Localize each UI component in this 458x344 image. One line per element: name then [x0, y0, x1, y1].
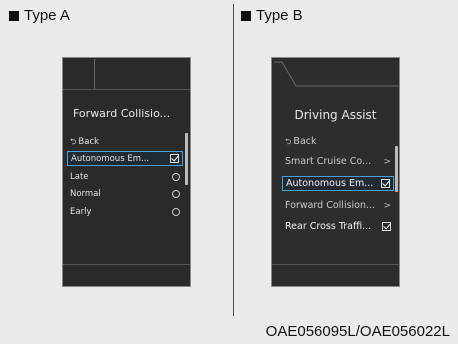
chevron-right-icon: >: [383, 200, 391, 211]
top-divider: [63, 89, 190, 90]
type-a-label-text: Type A: [24, 7, 70, 24]
tab-shape: [274, 61, 399, 87]
type-b-screen: Driving Assist ⮌ Back Smart Cruise Co... …: [271, 57, 400, 287]
scrollbar[interactable]: [395, 146, 398, 192]
menu-title: Driving Assist: [294, 108, 377, 122]
item-label: Rear Cross Traffi...: [285, 221, 372, 232]
type-a-label: Type A: [9, 7, 70, 24]
checkbox-icon[interactable]: [382, 222, 391, 231]
bottom-divider: [63, 264, 190, 265]
item-label: Forward Collision...: [285, 200, 376, 211]
square-bullet-icon: [9, 10, 19, 21]
radio-icon[interactable]: [172, 172, 180, 181]
scrollbar[interactable]: [185, 133, 188, 185]
checkbox-icon[interactable]: [170, 154, 179, 163]
normal-item[interactable]: Normal: [67, 186, 183, 201]
item-label: Normal: [70, 188, 101, 199]
bottom-divider: [272, 264, 399, 265]
radio-icon[interactable]: [172, 207, 180, 216]
early-item[interactable]: Early: [67, 204, 183, 219]
type-b-label-text: Type B: [256, 7, 303, 24]
radio-icon[interactable]: [172, 189, 180, 198]
back-item[interactable]: ⮌ Back: [67, 135, 183, 150]
forward-collision-item[interactable]: Forward Collision... >: [282, 198, 394, 213]
item-label: Autonomous Em...: [71, 153, 150, 164]
autonomous-emergency-item[interactable]: Autonomous Em...: [67, 151, 183, 166]
back-arrow-icon: ⮌: [285, 136, 292, 146]
autonomous-emergency-item[interactable]: Autonomous Em...: [282, 176, 394, 191]
chevron-right-icon: >: [383, 156, 391, 167]
item-label: Early: [70, 206, 92, 217]
back-label: Back: [293, 135, 317, 147]
square-bullet-icon: [241, 10, 251, 21]
item-label: Autonomous Em...: [286, 178, 374, 189]
item-label: Late: [70, 171, 89, 182]
figure-caption: OAE056095L/OAE056022L: [265, 323, 450, 340]
panel-divider: [233, 4, 234, 316]
back-label: Back: [78, 136, 100, 147]
tab-box: [64, 59, 95, 90]
type-b-label: Type B: [241, 7, 303, 24]
checkbox-icon[interactable]: [381, 179, 390, 188]
menu-title: Forward Collisio...: [73, 107, 171, 120]
back-arrow-icon: ⮌: [70, 136, 77, 146]
smart-cruise-item[interactable]: Smart Cruise Co... >: [282, 154, 394, 169]
type-a-screen: Forward Collisio... ⮌ Back Autonomous Em.…: [62, 57, 191, 287]
back-item[interactable]: ⮌ Back: [282, 135, 394, 150]
late-item[interactable]: Late: [67, 169, 183, 184]
item-label: Smart Cruise Co...: [285, 156, 372, 167]
rear-cross-traffic-item[interactable]: Rear Cross Traffi...: [282, 219, 394, 234]
